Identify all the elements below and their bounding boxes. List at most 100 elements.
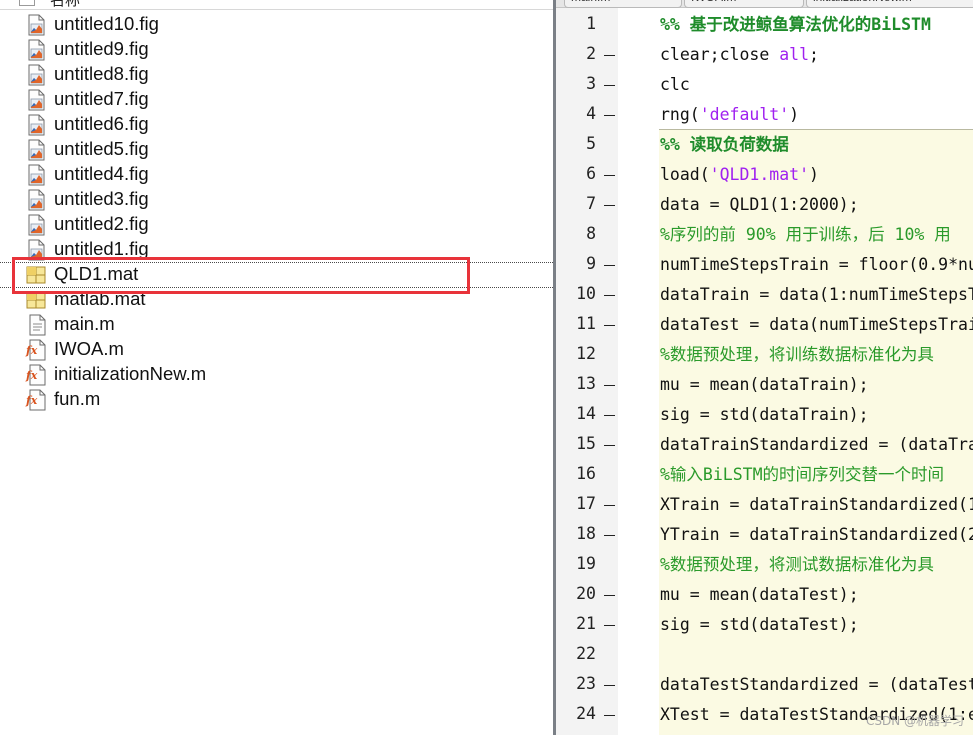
breakpoint-dash-marker[interactable]: [604, 115, 615, 116]
tab-label: IWOA.m: [691, 0, 736, 4]
code-token: %% 基于改进鲸鱼算法优化的BiLSTM: [660, 15, 931, 34]
file-name: untitled6.fig: [54, 113, 149, 134]
code-token: %数据预处理，将训练数据标准化为具: [660, 345, 934, 364]
gutter-line[interactable]: 11: [556, 310, 618, 340]
code-line[interactable]: %% 基于改进鲸鱼算法优化的BiLSTM: [660, 10, 931, 40]
file-name: IWOA.m: [54, 338, 124, 359]
file-row[interactable]: untitled5.fig: [0, 137, 553, 162]
code-line[interactable]: load('QLD1.mat'): [660, 160, 819, 190]
breakpoint-dash-marker[interactable]: [604, 325, 615, 326]
code-line[interactable]: dataTestStandardized = (dataTest: [660, 670, 973, 700]
file-row[interactable]: fx initializationNew.m: [0, 362, 553, 387]
editor-tab[interactable]: initializationNew.m: [806, 0, 973, 8]
gutter-line[interactable]: 7: [556, 190, 618, 220]
file-row[interactable]: untitled3.fig: [0, 187, 553, 212]
editor-tab[interactable]: IWOA.m ×: [684, 0, 804, 8]
gutter-line[interactable]: 20: [556, 580, 618, 610]
code-line[interactable]: clc: [660, 70, 690, 100]
breakpoint-dash-marker[interactable]: [604, 505, 615, 506]
gutter-line[interactable]: 18: [556, 520, 618, 550]
file-row[interactable]: untitled10.fig: [0, 12, 553, 37]
gutter-line[interactable]: 21: [556, 610, 618, 640]
breakpoint-dash-marker[interactable]: [604, 265, 615, 266]
gutter-line[interactable]: 1: [556, 10, 618, 40]
fig-file-icon: [25, 64, 47, 86]
breakpoint-dash-marker[interactable]: [604, 715, 615, 716]
file-row[interactable]: untitled4.fig: [0, 162, 553, 187]
code-line[interactable]: dataTrain = data(1:numTimeStepsTr: [660, 280, 973, 310]
code-line[interactable]: %输入BiLSTM的时间序列交替一个时间: [660, 460, 944, 490]
line-number: 23: [576, 674, 596, 693]
breakpoint-dash-marker[interactable]: [604, 535, 615, 536]
tab-close-icon[interactable]: ×: [791, 0, 797, 3]
code-line[interactable]: YTrain = dataTrainStandardized(2:: [660, 520, 973, 550]
svg-text:fx: fx: [25, 344, 38, 357]
select-all-checkbox[interactable]: [19, 0, 35, 6]
gutter-line[interactable]: 5: [556, 130, 618, 160]
code-line[interactable]: %序列的前 90% 用于训练，后 10% 用: [660, 220, 951, 250]
code-line[interactable]: clear;close all;: [660, 40, 819, 70]
breakpoint-dash-marker[interactable]: [604, 685, 615, 686]
code-line[interactable]: dataTest = data(numTimeStepsTrain: [660, 310, 973, 340]
gutter-line[interactable]: 24: [556, 700, 618, 730]
file-row[interactable]: untitled6.fig: [0, 112, 553, 137]
tab-close-icon[interactable]: ×: [669, 0, 675, 3]
code-line[interactable]: sig = std(dataTest);: [660, 610, 859, 640]
file-row[interactable]: untitled8.fig: [0, 62, 553, 87]
breakpoint-dash-marker[interactable]: [604, 595, 615, 596]
breakpoint-dash-marker[interactable]: [604, 55, 615, 56]
line-number: 4: [586, 104, 596, 123]
gutter-line[interactable]: 4: [556, 100, 618, 130]
file-row[interactable]: untitled2.fig: [0, 212, 553, 237]
editor-tab[interactable]: main.m ×: [564, 0, 682, 8]
file-row[interactable]: untitled7.fig: [0, 87, 553, 112]
gutter-line[interactable]: 3: [556, 70, 618, 100]
breakpoint-dash-marker[interactable]: [604, 205, 615, 206]
gutter-line[interactable]: 10: [556, 280, 618, 310]
code-line[interactable]: numTimeStepsTrain = floor(0.9*num: [660, 250, 973, 280]
breakpoint-dash-marker[interactable]: [604, 295, 615, 296]
line-number: 11: [576, 314, 596, 333]
breakpoint-dash-marker[interactable]: [604, 625, 615, 626]
code-token: sig = std(dataTrain);: [660, 405, 869, 424]
code-line[interactable]: %数据预处理，将测试数据标准化为具: [660, 550, 934, 580]
file-row[interactable]: untitled9.fig: [0, 37, 553, 62]
line-number: 2: [586, 44, 596, 63]
breakpoint-dash-marker[interactable]: [604, 85, 615, 86]
gutter-line[interactable]: 6: [556, 160, 618, 190]
code-token: rng(: [660, 105, 700, 124]
gutter-line[interactable]: 23: [556, 670, 618, 700]
breakpoint-dash-marker[interactable]: [604, 415, 615, 416]
gutter-line[interactable]: 19: [556, 550, 618, 580]
gutter-line[interactable]: 13: [556, 370, 618, 400]
name-column-header[interactable]: 名称: [50, 0, 80, 10]
file-row[interactable]: main.m: [0, 312, 553, 337]
gutter-line[interactable]: 16: [556, 460, 618, 490]
gutter-line[interactable]: 15: [556, 430, 618, 460]
code-line[interactable]: data = QLD1(1:2000);: [660, 190, 859, 220]
svg-text:fx: fx: [25, 394, 38, 407]
breakpoint-dash-marker[interactable]: [604, 445, 615, 446]
gutter-line[interactable]: 17: [556, 490, 618, 520]
gutter-line[interactable]: 2: [556, 40, 618, 70]
gutter-line[interactable]: 14: [556, 400, 618, 430]
gutter-line[interactable]: 9: [556, 250, 618, 280]
code-line[interactable]: mu = mean(dataTrain);: [660, 370, 869, 400]
code-line[interactable]: rng('default'): [660, 100, 799, 130]
gutter-line[interactable]: 8: [556, 220, 618, 250]
file-row[interactable]: fx IWOA.m: [0, 337, 553, 362]
code-line[interactable]: mu = mean(dataTest);: [660, 580, 859, 610]
code-line[interactable]: XTrain = dataTrainStandardized(1:: [660, 490, 973, 520]
gutter-line[interactable]: 12: [556, 340, 618, 370]
breakpoint-dash-marker[interactable]: [604, 175, 615, 176]
file-row[interactable]: fx fun.m: [0, 387, 553, 412]
file-name: untitled7.fig: [54, 88, 149, 109]
fig-file-icon: [25, 89, 47, 111]
code-line[interactable]: sig = std(dataTrain);: [660, 400, 869, 430]
breakpoint-dash-marker[interactable]: [604, 385, 615, 386]
code-line[interactable]: %数据预处理，将训练数据标准化为具: [660, 340, 934, 370]
code-token: load(: [660, 165, 710, 184]
code-line[interactable]: dataTrainStandardized = (dataTrai: [660, 430, 973, 460]
gutter-line[interactable]: 22: [556, 640, 618, 670]
code-line[interactable]: %% 读取负荷数据: [660, 130, 789, 160]
